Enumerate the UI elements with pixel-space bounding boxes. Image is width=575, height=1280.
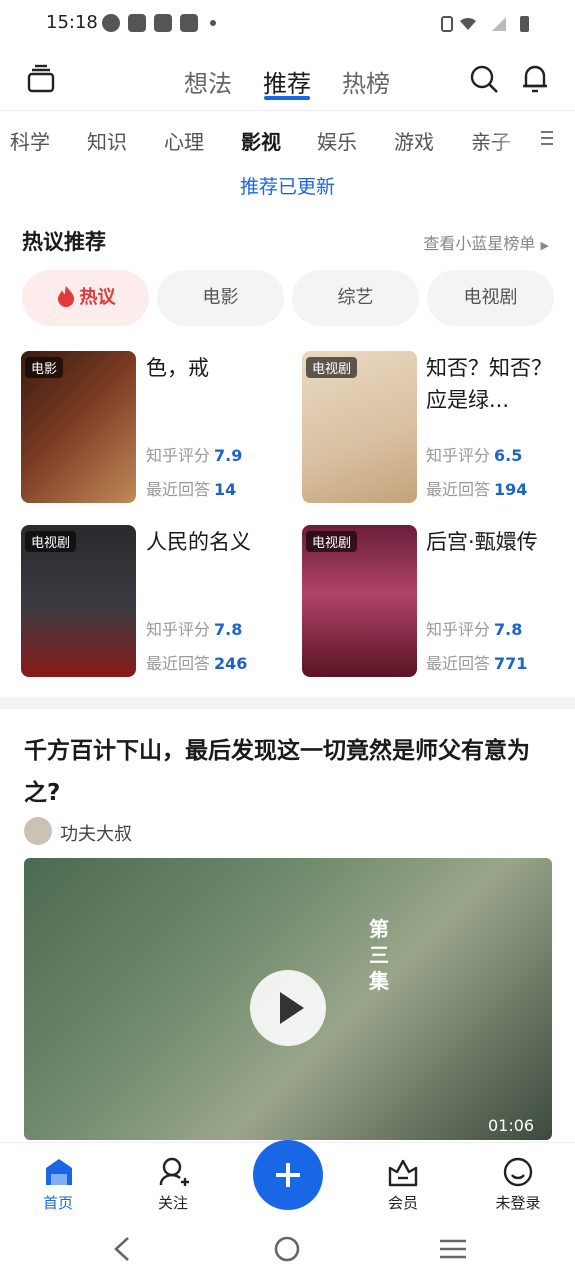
filter-hot-label: 热议 [79, 287, 116, 308]
poster-image[interactable]: 电视剧 [302, 351, 417, 503]
video-duration: 01:06 [488, 1116, 535, 1135]
bell-icon[interactable] [520, 62, 550, 94]
category-fade [490, 118, 534, 160]
card-tag: 电视剧 [306, 531, 358, 552]
nav-profile[interactable]: 未登录 [478, 1192, 558, 1213]
filter-tv-series[interactable]: 电视剧 [427, 270, 554, 326]
notification-icon [102, 14, 120, 32]
filter-variety[interactable]: 综艺 [292, 270, 419, 326]
star-list-link[interactable]: 查看小蓝星榜单 ▶ [423, 230, 549, 254]
card-title[interactable]: 知否？知否？应是绿... [426, 352, 556, 416]
poster-image[interactable]: 电视剧 [21, 525, 136, 677]
tab-ideas[interactable]: 想法 [184, 64, 232, 99]
follow-icon[interactable] [158, 1156, 190, 1188]
mail-icon [128, 14, 146, 32]
star-list-link-label: 查看小蓝星榜单 [423, 234, 536, 253]
section-divider [0, 697, 575, 709]
card-tag: 电视剧 [306, 357, 358, 378]
play-button[interactable] [250, 970, 326, 1046]
avatar[interactable] [24, 817, 52, 845]
more-dot-icon [210, 20, 216, 26]
search-icon[interactable] [469, 64, 499, 94]
card-rating: 知乎评分 6.5 [426, 446, 523, 465]
category-film-tv[interactable]: 影视 [241, 126, 281, 155]
poster-image[interactable]: 电视剧 [302, 525, 417, 677]
update-notice: 推荐已更新 [239, 176, 335, 198]
hot-section-title: 热议推荐 [22, 230, 106, 254]
video-overlay-text: 第三集 [369, 917, 389, 993]
home-icon[interactable] [43, 1156, 75, 1188]
card-tag: 电影 [25, 357, 64, 378]
tab-recommend[interactable]: 推荐 [263, 64, 311, 99]
back-icon[interactable] [110, 1236, 134, 1262]
feed-title[interactable]: 千方百计下山，最后发现这一切竟然是师父有意为之? [24, 730, 554, 814]
card-rating: 知乎评分 7.9 [146, 446, 243, 465]
play-icon [280, 992, 304, 1024]
author-name[interactable]: 功夫大叔 [60, 820, 132, 846]
card-title[interactable]: 后宫·甄嬛传 [426, 526, 556, 558]
card-tag: 电视剧 [25, 531, 77, 552]
system-status-icons [441, 16, 529, 32]
active-tab-underline [264, 96, 310, 100]
category-science[interactable]: 科学 [10, 126, 50, 155]
status-bar: 15:18 [0, 0, 575, 48]
card-answers: 最近回答 194 [426, 480, 528, 499]
card-answers: 最近回答 246 [146, 654, 248, 673]
card-answers: 最近回答 771 [426, 654, 528, 673]
card-answers: 最近回答 14 [146, 480, 237, 499]
home-circle-icon[interactable] [273, 1235, 301, 1263]
category-knowledge[interactable]: 知识 [87, 126, 127, 155]
category-entertainment[interactable]: 娱乐 [317, 126, 357, 155]
card-title[interactable]: 人民的名义 [146, 526, 276, 558]
filter-hot[interactable]: 热议 [22, 270, 149, 326]
top-header: 想法 推荐 热榜 [0, 50, 575, 111]
card-rating: 知乎评分 7.8 [146, 620, 243, 639]
nav-home[interactable]: 首页 [18, 1192, 98, 1213]
tab-hot-list[interactable]: 热榜 [342, 64, 390, 99]
create-button[interactable] [253, 1140, 323, 1210]
fire-icon [57, 286, 74, 307]
nav-follow[interactable]: 关注 [133, 1192, 213, 1213]
category-menu-icon[interactable] [540, 130, 554, 146]
mail-icon [180, 14, 198, 32]
category-games[interactable]: 游戏 [394, 126, 434, 155]
triangle-right-icon: ▶ [540, 239, 549, 252]
membership-icon[interactable] [387, 1156, 419, 1188]
recent-apps-icon[interactable] [438, 1238, 468, 1260]
plus-icon [276, 1163, 300, 1187]
nav-membership[interactable]: 会员 [363, 1192, 443, 1213]
status-time: 15:18 [46, 12, 98, 33]
card-title[interactable]: 色，戒 [146, 352, 276, 384]
category-psychology[interactable]: 心理 [164, 126, 204, 155]
menu-drawer-icon[interactable] [26, 64, 56, 94]
profile-icon[interactable] [502, 1156, 534, 1188]
card-rating: 知乎评分 7.8 [426, 620, 523, 639]
poster-image[interactable]: 电影 [21, 351, 136, 503]
filter-movie[interactable]: 电影 [157, 270, 284, 326]
mail-icon [154, 14, 172, 32]
